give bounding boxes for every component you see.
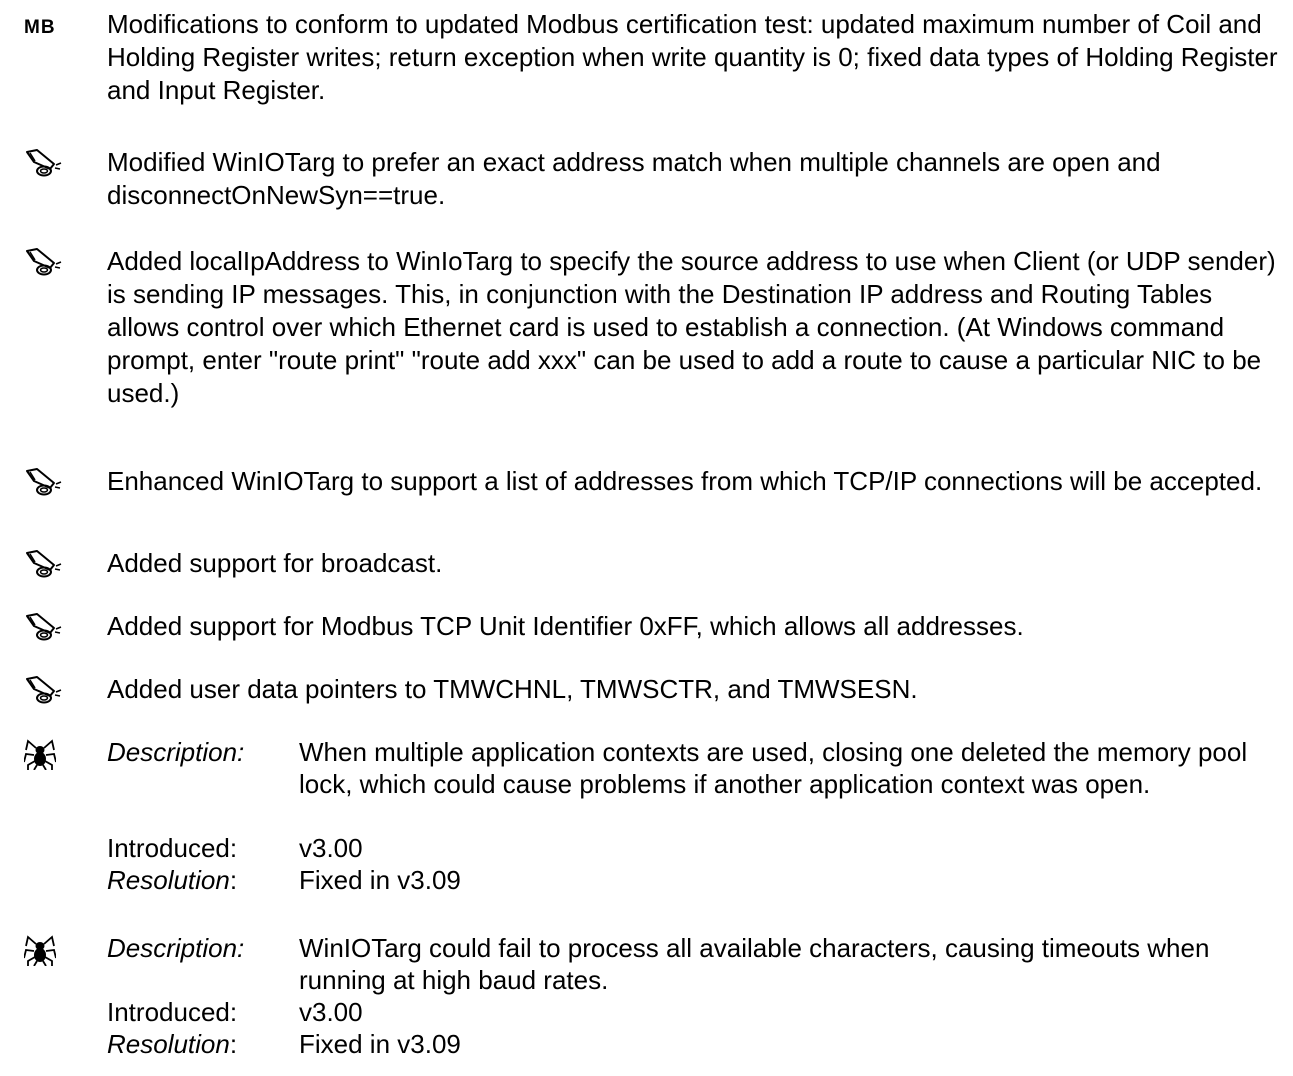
introduced-value: v3.00 (299, 997, 363, 1027)
resolution-colon: : (229, 865, 238, 895)
entry-text: Enhanced WinIOTarg to support a list of … (107, 466, 1263, 496)
description-label: Description: (107, 737, 245, 767)
bug-description: WinIOTarg could fail to process all avai… (299, 933, 1210, 995)
horn-icon (26, 550, 62, 578)
resolution-value: Fixed in v3.09 (299, 1029, 461, 1059)
resolution-label-text: Resolution (107, 1029, 230, 1059)
entry-text: Added support for broadcast. (107, 548, 443, 578)
bug-description: When multiple application contexts are u… (299, 737, 1248, 799)
resolution-label-text: Resolution (107, 865, 230, 895)
bug-icon (24, 936, 56, 966)
bug-entry: Description: WinIOTarg could fail to pro… (0, 932, 1293, 1072)
horn-icon (26, 613, 62, 641)
bug-entry: Description: When multiple application c… (0, 736, 1293, 911)
resolution-value: Fixed in v3.09 (299, 865, 461, 895)
entry-text: Modified WinIOTarg to prefer an exact ad… (107, 147, 1161, 210)
entry-text: Added support for Modbus TCP Unit Identi… (107, 611, 1024, 641)
bug-icon (24, 740, 56, 770)
resolution-label: Resolution: (107, 864, 237, 896)
introduced-value: v3.00 (299, 833, 363, 863)
introduced-label: Introduced: (107, 833, 238, 863)
horn-icon (26, 676, 62, 704)
description-label: Description: (107, 933, 245, 963)
horn-icon (26, 248, 62, 276)
mb-tag: MB (24, 17, 56, 38)
resolution-colon: : (229, 1029, 238, 1059)
entry-text: Added localIpAddress to WinIoTarg to spe… (107, 246, 1276, 408)
horn-icon (26, 468, 62, 496)
introduced-label: Introduced: (107, 997, 238, 1027)
entry-text: Added user data pointers to TMWCHNL, TMW… (107, 674, 918, 704)
resolution-label: Resolution: (107, 1028, 237, 1060)
horn-icon (26, 149, 62, 177)
entry-text: Modifications to conform to updated Modb… (107, 9, 1278, 105)
